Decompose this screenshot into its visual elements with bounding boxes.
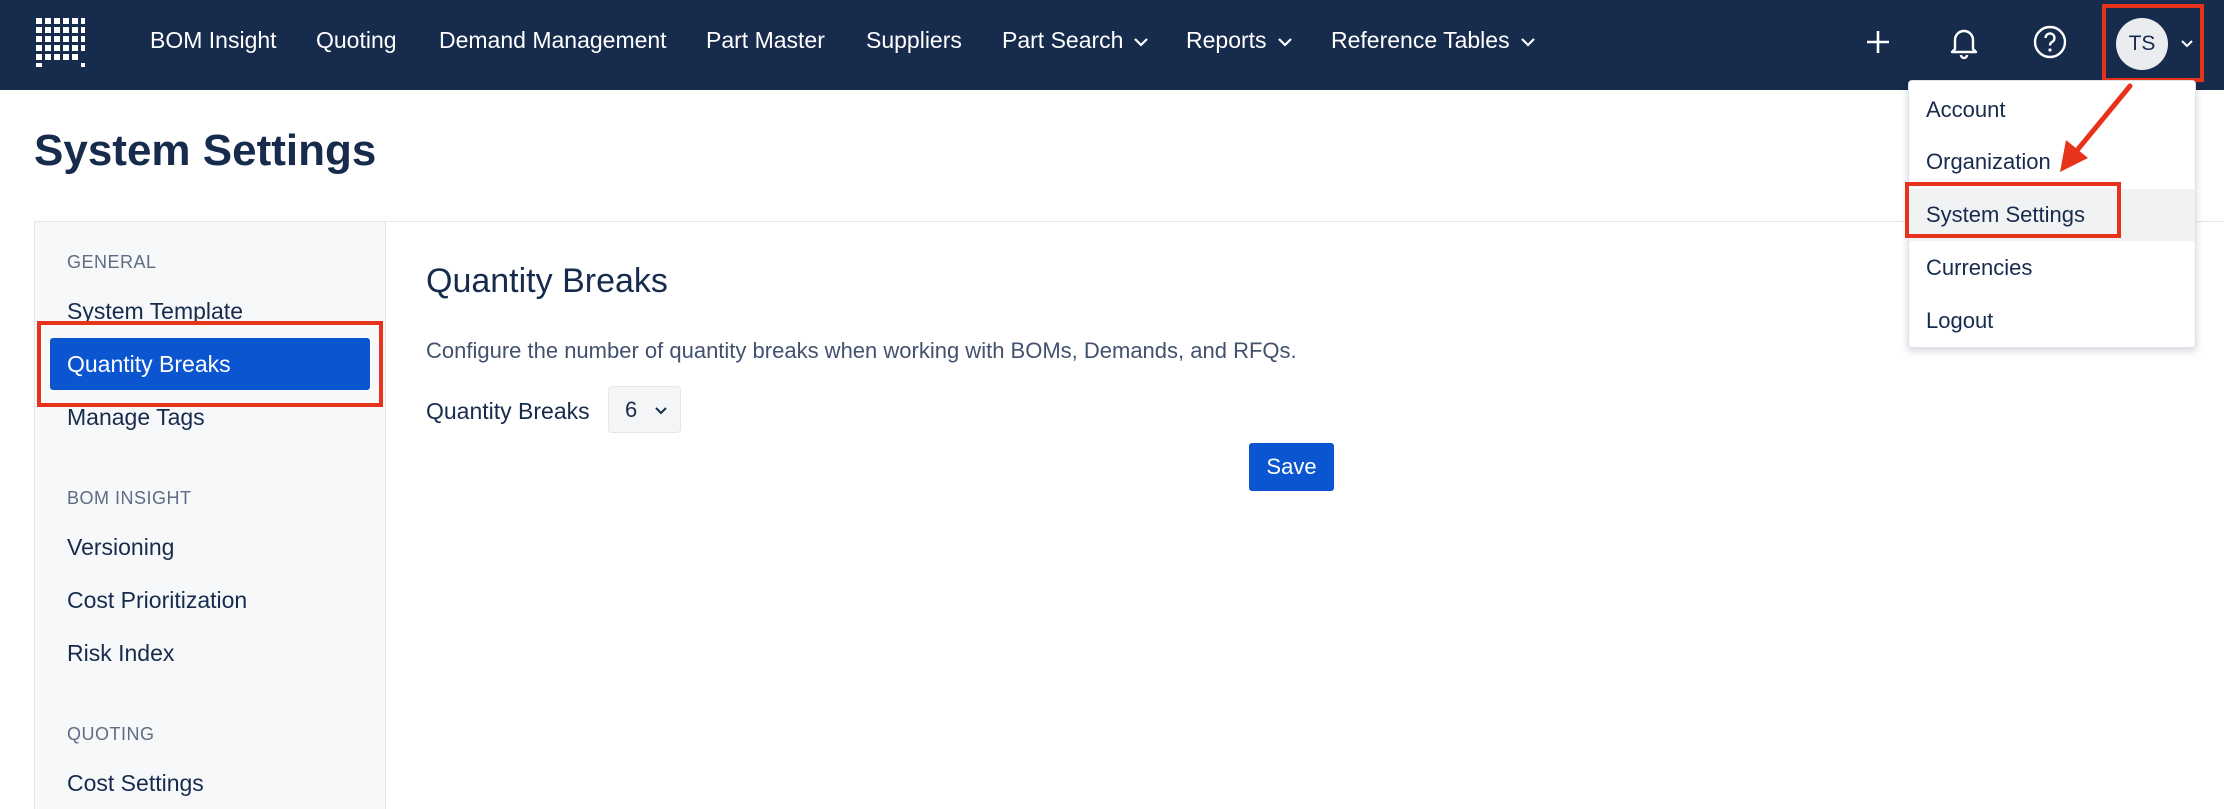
quantity-breaks-select[interactable]: 6 [608,386,681,433]
menu-item-account[interactable]: Account [1926,97,2006,123]
nav-reference-tables[interactable]: Reference Tables [1331,0,1538,90]
sidebar-item-risk-index[interactable]: Risk Index [67,640,174,667]
nav-label: Quoting [316,27,397,53]
section-description: Configure the number of quantity breaks … [426,338,1297,363]
nav-demand-management[interactable]: Demand Management [439,0,667,90]
nav-label: Part Search [1002,27,1124,53]
annotation-highlight-box [1905,182,2121,238]
nav-label: BOM Insight [150,27,277,53]
nav-reports[interactable]: Reports [1186,0,1295,90]
nav-label: Part Master [706,27,825,53]
sidebar-heading-general: GENERAL [67,252,157,272]
menu-item-organization[interactable]: Organization [1926,149,2051,175]
nav-quoting[interactable]: Quoting [316,0,397,90]
nav-label: Demand Management [439,27,667,53]
sidebar-item-quantity-breaks[interactable]: Quantity Breaks [50,338,370,390]
page-title: System Settings [34,126,377,175]
nav-suppliers[interactable]: Suppliers [866,0,962,90]
nav-part-master[interactable]: Part Master [706,0,825,90]
nav-part-search[interactable]: Part Search [1002,0,1151,90]
sidebar-item-cost-prioritization[interactable]: Cost Prioritization [67,587,247,614]
nav-label: Reports [1186,27,1267,53]
sidebar-item-manage-tags[interactable]: Manage Tags [67,404,205,431]
quantity-breaks-value: 6 [625,397,638,422]
user-dropdown-menu: Account Organization System Settings Cur… [1905,80,2196,348]
nav-label: Reference Tables [1331,27,1510,53]
chevron-down-icon [2181,40,2193,48]
avatar[interactable]: TS [2116,18,2168,70]
chevron-down-icon [1134,38,1149,47]
menu-item-logout[interactable]: Logout [1926,308,1993,334]
help-icon[interactable] [2030,22,2070,62]
save-button[interactable]: Save [1249,443,1334,491]
plus-icon[interactable] [1858,22,1898,62]
nav-bom-insight[interactable]: BOM Insight [150,0,277,90]
grid-logo-icon[interactable] [34,16,86,68]
nav-label: Suppliers [866,27,962,53]
sidebar-heading-quoting: QUOTING [67,724,155,744]
user-menu-toggle[interactable]: TS [2102,4,2204,82]
quantity-breaks-label: Quantity Breaks [426,398,590,424]
chevron-down-icon [1277,38,1292,47]
menu-item-currencies[interactable]: Currencies [1926,255,2032,281]
top-navigation-bar: BOM Insight Quoting Demand Management Pa… [0,0,2224,90]
bell-icon[interactable] [1944,22,1984,62]
section-title: Quantity Breaks [426,262,668,300]
annotation-arrow-icon [2060,83,2133,172]
chevron-down-icon [1520,38,1535,47]
sidebar-item-cost-settings[interactable]: Cost Settings [67,770,204,797]
chevron-down-icon [655,407,667,415]
sidebar-heading-bom-insight: BOM INSIGHT [67,488,192,508]
settings-sidebar: GENERAL System Template Quantity Breaks … [34,221,386,809]
sidebar-item-versioning[interactable]: Versioning [67,534,174,561]
